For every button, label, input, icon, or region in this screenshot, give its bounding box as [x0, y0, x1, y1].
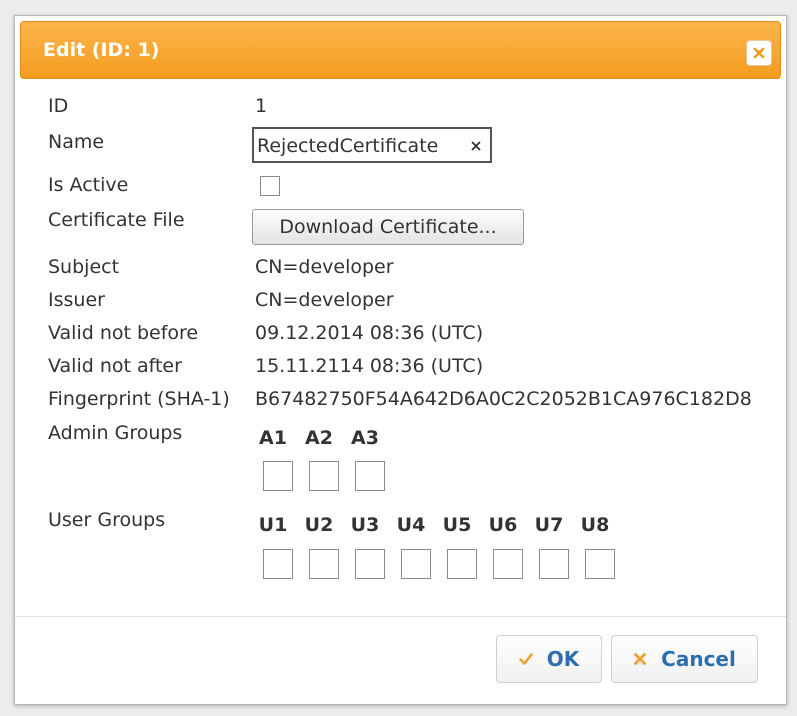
issuer-value: CN=developer	[255, 289, 394, 311]
admin-group-checkbox-a3[interactable]	[355, 461, 385, 491]
fingerprint-label: Fingerprint (SHA-1)	[48, 388, 230, 410]
user-group-checkbox-u5[interactable]	[447, 549, 477, 579]
fingerprint-value: B67482750F54A642D6A0C2C2052B1CA976C182D8	[255, 388, 752, 410]
admin-group-checkbox-a2[interactable]	[309, 461, 339, 491]
close-icon	[753, 47, 765, 59]
ok-button[interactable]: OK	[496, 635, 602, 683]
is-active-checkbox[interactable]	[260, 176, 280, 196]
cancel-label: Cancel	[661, 647, 736, 671]
ok-label: OK	[546, 647, 580, 671]
user-groups-label: User Groups	[48, 509, 166, 531]
admin-group-label: A1	[259, 427, 287, 449]
certificate-file-label: Certificate File	[48, 209, 185, 231]
user-group-label: U6	[488, 514, 518, 536]
name-label: Name	[48, 131, 105, 153]
user-group-label: U5	[442, 514, 472, 536]
user-group-checkbox-u8[interactable]	[585, 549, 615, 579]
dialog-titlebar[interactable]: Edit (ID: 1)	[20, 21, 781, 79]
user-group-checkbox-u6[interactable]	[493, 549, 523, 579]
user-group-label: U1	[258, 514, 288, 536]
edit-dialog: Edit (ID: 1) ID 1 Name Is Active Certifi…	[14, 15, 787, 705]
cancel-button[interactable]: Cancel	[611, 635, 758, 683]
user-group-checkbox-u7[interactable]	[539, 549, 569, 579]
user-group-label: U4	[396, 514, 426, 536]
user-group-checkbox-u4[interactable]	[401, 549, 431, 579]
valid-not-before-value: 09.12.2014 08:36 (UTC)	[255, 322, 484, 344]
is-active-label: Is Active	[48, 174, 129, 196]
close-button[interactable]	[746, 40, 772, 66]
admin-groups-label: Admin Groups	[48, 422, 183, 444]
user-group-label: U8	[580, 514, 610, 536]
download-certificate-button[interactable]: Download Certificate...	[252, 209, 524, 245]
user-group-checkbox-u2[interactable]	[309, 549, 339, 579]
issuer-label: Issuer	[48, 289, 105, 311]
valid-not-after-label: Valid not after	[48, 355, 182, 377]
cancel-x-icon	[634, 653, 647, 665]
valid-not-before-label: Valid not before	[48, 322, 199, 344]
name-field	[252, 127, 492, 163]
admin-group-label: A2	[305, 427, 333, 449]
user-group-label: U7	[534, 514, 564, 536]
subject-label: Subject	[48, 256, 120, 278]
check-icon	[518, 653, 533, 665]
footer-divider	[15, 616, 786, 617]
admin-group-label: A3	[351, 427, 379, 449]
valid-not-after-value: 15.11.2114 08:36 (UTC)	[255, 355, 484, 377]
name-input[interactable]	[257, 134, 462, 158]
user-group-label: U3	[350, 514, 380, 536]
user-group-checkbox-u1[interactable]	[263, 549, 293, 579]
user-group-checkbox-u3[interactable]	[355, 549, 385, 579]
id-value: 1	[255, 95, 268, 117]
dialog-title: Edit (ID: 1)	[43, 39, 160, 61]
id-label: ID	[48, 95, 69, 117]
admin-group-checkbox-a1[interactable]	[263, 461, 293, 491]
clear-icon[interactable]	[470, 140, 482, 152]
subject-value: CN=developer	[255, 256, 394, 278]
user-group-label: U2	[304, 514, 334, 536]
